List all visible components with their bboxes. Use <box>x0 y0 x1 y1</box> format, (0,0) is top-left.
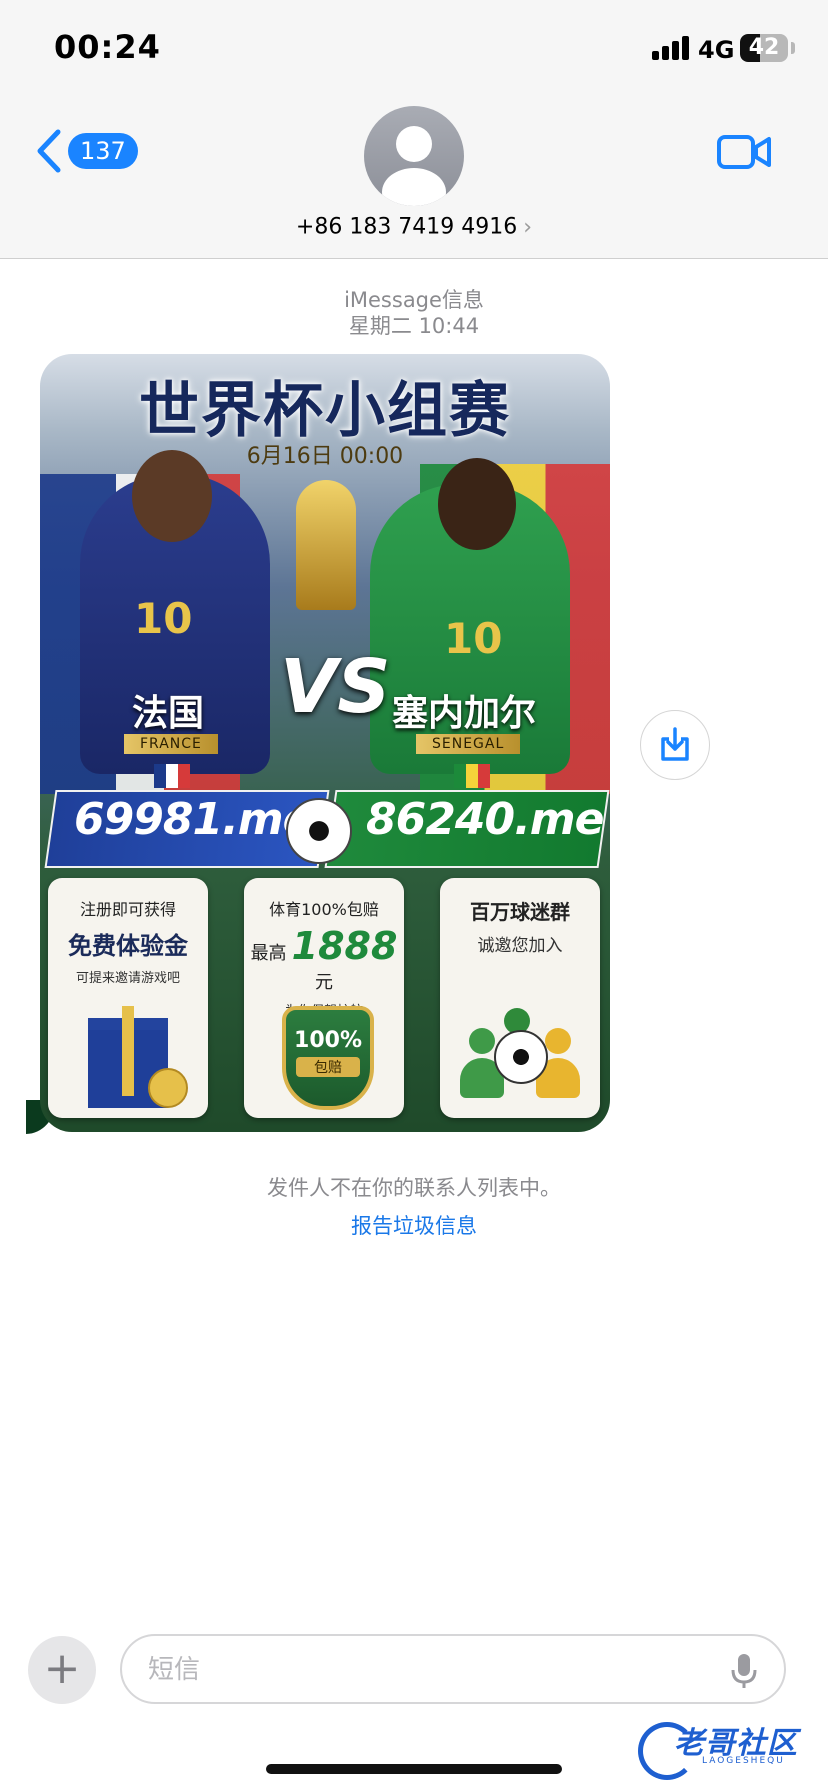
watermark-logo: 老哥社区 LAOGESHEQU <box>638 1716 818 1780</box>
poster-date: 6月16日 00:00 <box>246 444 404 469</box>
message-input-field[interactable] <box>120 1634 786 1704</box>
watermark-subtext: LAOGESHEQU <box>702 1756 785 1766</box>
card2-amount: 1888 <box>291 924 398 968</box>
chevron-left-icon <box>37 129 61 173</box>
soccer-ball-icon <box>494 1030 548 1084</box>
coin-icon <box>148 1068 188 1108</box>
card1-line2: 免费体验金 <box>68 932 188 960</box>
microphone-icon[interactable] <box>730 1652 758 1690</box>
promo-card-refund: 体育100%包赔 最高 1888 元 为你保驾护航 100% 包赔 <box>244 878 404 1118</box>
person-silhouette-icon <box>382 126 446 206</box>
report-junk-link[interactable]: 报告垃圾信息 <box>0 1210 828 1240</box>
download-icon <box>661 727 689 761</box>
team-left-english: FRANCE <box>124 734 218 754</box>
message-timestamp: 星期二 10:44 <box>348 314 480 338</box>
team-left-name: 法国 <box>132 693 205 734</box>
chevron-right-icon: › <box>523 214 533 240</box>
promo-card-bonus: 注册即可获得 免费体验金 可提来邀请游戏吧 <box>48 878 208 1118</box>
contact-name-row[interactable]: +86 183 7419 4916 › <box>0 214 828 240</box>
message-image-poster[interactable]: ★ 世界杯小组赛 6月16日 00:00 10 10 VS 法国 FRANCE … <box>40 354 610 1132</box>
card2-unit: 元 <box>315 972 333 993</box>
senegal-flag-icon <box>454 764 490 788</box>
contact-number: +86 183 7419 4916 <box>295 214 518 240</box>
unknown-sender-notice: 发件人不在你的联系人列表中。 <box>267 1176 561 1200</box>
poster-title: 世界杯小组赛 <box>139 376 511 446</box>
versus-label: VS <box>280 644 391 730</box>
shield-badge-icon: 100% 包赔 <box>282 1006 374 1110</box>
unread-count-badge: 137 <box>68 133 138 169</box>
shield-percent: 100% <box>294 1028 362 1053</box>
message-text-input[interactable] <box>146 1636 710 1704</box>
card2-prefix: 最高 <box>250 943 287 964</box>
save-image-button[interactable] <box>640 710 710 780</box>
france-flag-icon <box>154 764 190 788</box>
status-time: 00:24 <box>54 28 161 66</box>
home-indicator[interactable] <box>266 1764 562 1774</box>
card1-line1: 注册即可获得 <box>79 900 176 919</box>
contact-avatar[interactable] <box>364 106 464 206</box>
team-right-name: 塞内加尔 <box>392 693 537 734</box>
network-type: 4G <box>698 36 735 64</box>
back-button[interactable]: 137 <box>32 128 138 174</box>
senegal-jersey-number: 10 <box>444 614 503 663</box>
shield-text: 包赔 <box>296 1057 360 1077</box>
cellular-signal-icon <box>652 36 690 60</box>
domain-right-text: 86240.me <box>366 794 604 845</box>
card2-line1: 体育100%包赔 <box>269 900 379 919</box>
card3-line1: 百万球迷群 <box>470 900 570 924</box>
plus-icon: + <box>43 1643 81 1694</box>
battery-percent: 42 <box>748 35 780 60</box>
promo-card-fan-group: 百万球迷群 诚邀您加入 <box>440 878 600 1118</box>
video-call-icon[interactable] <box>716 130 772 174</box>
domain-left-text: 69981.me <box>74 794 312 845</box>
gift-ribbon <box>122 1006 134 1096</box>
france-jersey-number: 10 <box>134 594 193 643</box>
france-player-head <box>132 450 212 542</box>
senegal-player-head <box>438 458 516 550</box>
team-right-english: SENEGAL <box>416 734 521 754</box>
battery-icon: 42 <box>740 34 788 62</box>
card1-line3: 可提来邀请游戏吧 <box>75 971 180 986</box>
battery-cap <box>791 42 795 54</box>
card3-line2: 诚邀您加入 <box>477 936 563 956</box>
apps-plus-button[interactable]: + <box>28 1636 96 1704</box>
soccer-ball-icon <box>286 798 352 864</box>
world-cup-trophy-icon <box>296 480 356 610</box>
